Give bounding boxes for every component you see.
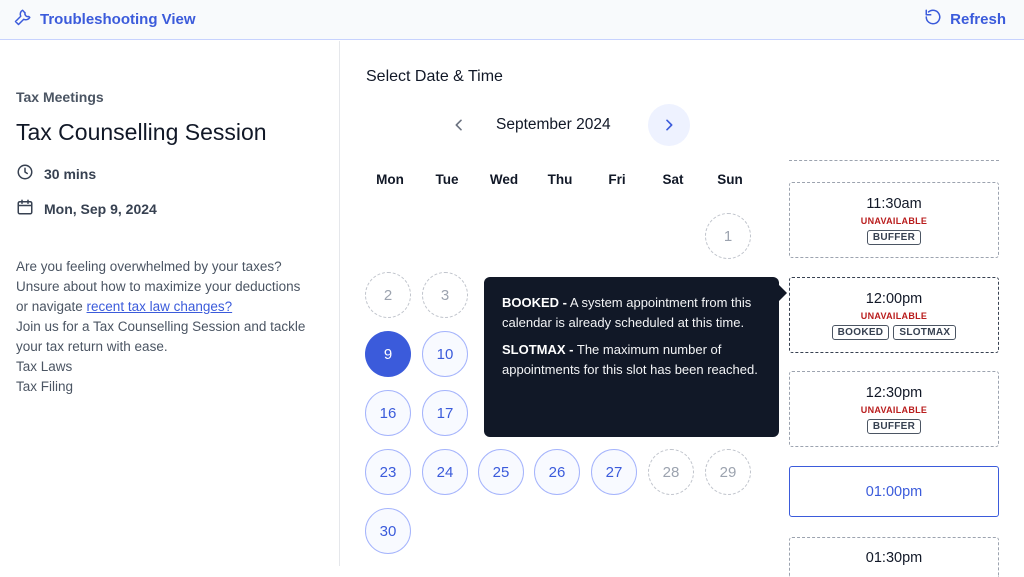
time-slot-0130pm[interactable]: 01:30pm bbox=[789, 537, 999, 577]
calendar-day-10[interactable]: 10 bbox=[422, 331, 468, 377]
calendar-day-28[interactable]: 28 bbox=[648, 449, 694, 495]
next-month-button[interactable] bbox=[648, 104, 690, 146]
time-slot-partial bbox=[789, 41, 999, 161]
weekday-wed: Wed bbox=[489, 172, 519, 187]
calendar-day-25[interactable]: 25 bbox=[478, 449, 524, 495]
status-tooltip: BOOKED - A system appointment from this … bbox=[484, 277, 787, 437]
weekday-thu: Thu bbox=[547, 172, 573, 187]
event-details-panel: Tax Meetings Tax Counselling Session 30 … bbox=[0, 41, 340, 566]
calendar-day-2[interactable]: 2 bbox=[365, 272, 411, 318]
wrench-icon bbox=[14, 8, 32, 30]
slotmax-badge: SLOTMAX bbox=[893, 324, 957, 340]
chevron-right-icon bbox=[666, 119, 673, 131]
calendar-day-16[interactable]: 16 bbox=[365, 390, 411, 436]
slot-status: UNAVAILABLE bbox=[860, 310, 928, 321]
description-text-2: Join us for a Tax Counselling Session an… bbox=[16, 319, 306, 354]
event-title: Tax Counselling Session bbox=[16, 119, 267, 145]
calendar-day-9[interactable]: 9 bbox=[365, 331, 411, 377]
booked-term: BOOKED - bbox=[502, 295, 567, 310]
calendar-day-24[interactable]: 24 bbox=[422, 449, 468, 495]
calendar-day-23[interactable]: 23 bbox=[365, 449, 411, 495]
slot-badges: BUFFER bbox=[866, 229, 922, 245]
calendar-day-30[interactable]: 30 bbox=[365, 508, 411, 554]
calendar-day-29[interactable]: 29 bbox=[705, 449, 751, 495]
month-label: September 2024 bbox=[496, 116, 611, 133]
duration-text: 30 mins bbox=[44, 165, 97, 182]
slot-status: UNAVAILABLE bbox=[860, 404, 928, 415]
time-slot-0100pm[interactable]: 01:00pm bbox=[789, 466, 999, 517]
calendar-day-26[interactable]: 26 bbox=[534, 449, 580, 495]
buffer-badge: BUFFER bbox=[866, 418, 922, 434]
tooltip-booked: BOOKED - A system appointment from this … bbox=[502, 293, 761, 333]
calendar-day-1[interactable]: 1 bbox=[705, 213, 751, 259]
calendar-day-3[interactable]: 3 bbox=[422, 272, 468, 318]
tax-law-link[interactable]: recent tax law changes? bbox=[87, 299, 233, 314]
slot-badges: BUFFER bbox=[866, 418, 922, 434]
refresh-icon bbox=[924, 8, 942, 30]
weekday-sun: Sun bbox=[717, 172, 743, 187]
booked-badge: BOOKED bbox=[831, 324, 890, 340]
slot-time: 01:00pm bbox=[865, 483, 923, 500]
slot-time: 12:30pm bbox=[865, 384, 923, 401]
section-title: Select Date & Time bbox=[366, 68, 503, 85]
tooltip-slotmax: SLOTMAX - The maximum number of appointm… bbox=[502, 340, 761, 380]
buffer-badge: BUFFER bbox=[866, 229, 922, 245]
calendar-day-17[interactable]: 17 bbox=[422, 390, 468, 436]
refresh-label: Refresh bbox=[950, 10, 1006, 28]
weekday-tue: Tue bbox=[435, 172, 459, 187]
slot-time: 11:30am bbox=[866, 195, 922, 212]
time-slot-1230pm[interactable]: 12:30pm UNAVAILABLE BUFFER bbox=[789, 371, 999, 447]
previous-month-button[interactable] bbox=[441, 104, 477, 146]
booking-panel: Select Date & Time September 2024 Mon Tu… bbox=[341, 41, 1024, 577]
slotmax-term: SLOTMAX - bbox=[502, 342, 574, 357]
event-date: Mon, Sep 9, 2024 bbox=[16, 198, 157, 219]
tag-tax-laws: Tax Laws bbox=[16, 359, 73, 374]
calendar-day-27[interactable]: 27 bbox=[591, 449, 637, 495]
event-duration: 30 mins bbox=[16, 163, 96, 184]
weekday-mon: Mon bbox=[376, 172, 404, 187]
chevron-left-icon bbox=[455, 119, 462, 131]
tooltip-arrow bbox=[779, 285, 787, 301]
weekday-sat: Sat bbox=[662, 172, 684, 187]
slot-badges: BOOKED SLOTMAX bbox=[831, 324, 957, 340]
event-category: Tax Meetings bbox=[16, 89, 104, 105]
clock-icon bbox=[16, 163, 34, 184]
top-bar: Troubleshooting View Refresh bbox=[0, 0, 1024, 40]
date-text: Mon, Sep 9, 2024 bbox=[44, 200, 157, 217]
time-slot-1200pm[interactable]: 12:00pm UNAVAILABLE BOOKED SLOTMAX bbox=[789, 277, 999, 353]
slot-time: 12:00pm bbox=[865, 290, 923, 307]
slot-time: 01:30pm bbox=[865, 549, 923, 566]
event-description: Are you feeling overwhelmed by your taxe… bbox=[16, 257, 316, 397]
calendar-icon bbox=[16, 198, 34, 219]
weekday-fri: Fri bbox=[608, 172, 626, 187]
time-slot-1130am[interactable]: 11:30am UNAVAILABLE BUFFER bbox=[789, 182, 999, 258]
header-title: Troubleshooting View bbox=[40, 10, 196, 28]
slot-status: UNAVAILABLE bbox=[860, 215, 928, 226]
refresh-button[interactable]: Refresh bbox=[924, 8, 1006, 30]
troubleshooting-header: Troubleshooting View bbox=[14, 8, 196, 30]
tag-tax-filing: Tax Filing bbox=[16, 379, 74, 394]
month-navigation: September 2024 bbox=[441, 104, 691, 146]
